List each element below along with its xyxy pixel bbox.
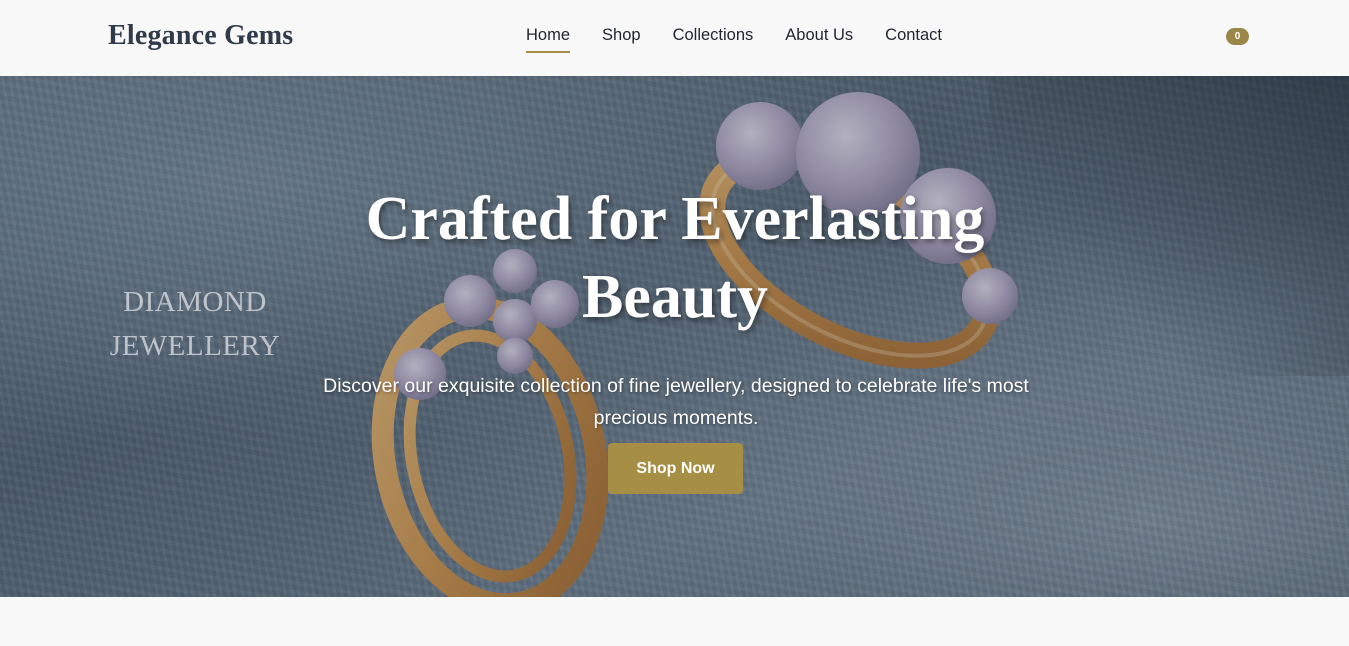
site-header: Elegance Gems Home Shop Collections Abou…: [0, 0, 1349, 76]
cart-count-badge[interactable]: 0: [1226, 28, 1249, 45]
shop-now-button[interactable]: Shop Now: [608, 443, 743, 494]
nav-item-collections[interactable]: Collections: [673, 26, 754, 53]
nav-item-shop[interactable]: Shop: [602, 26, 641, 53]
hero-image-caption-line1: DIAMOND: [123, 286, 267, 318]
brand-logo[interactable]: Elegance Gems: [108, 20, 293, 52]
hero-subtitle: Discover our exquisite collection of fin…: [323, 374, 1029, 429]
hero-image-caption-line2: JEWELLERY: [109, 330, 281, 362]
nav-item-about-us[interactable]: About Us: [785, 26, 853, 53]
main-nav: Home Shop Collections About Us Contact: [526, 26, 942, 53]
hero-banner: DIAMOND JEWELLERY Crafted for Everlastin…: [0, 76, 1349, 597]
nav-item-contact[interactable]: Contact: [885, 26, 942, 53]
hero-title: Crafted for Everlasting Beauty: [365, 185, 985, 331]
hero-image-caption: DIAMOND JEWELLERY: [100, 280, 290, 368]
nav-item-home[interactable]: Home: [526, 26, 571, 53]
